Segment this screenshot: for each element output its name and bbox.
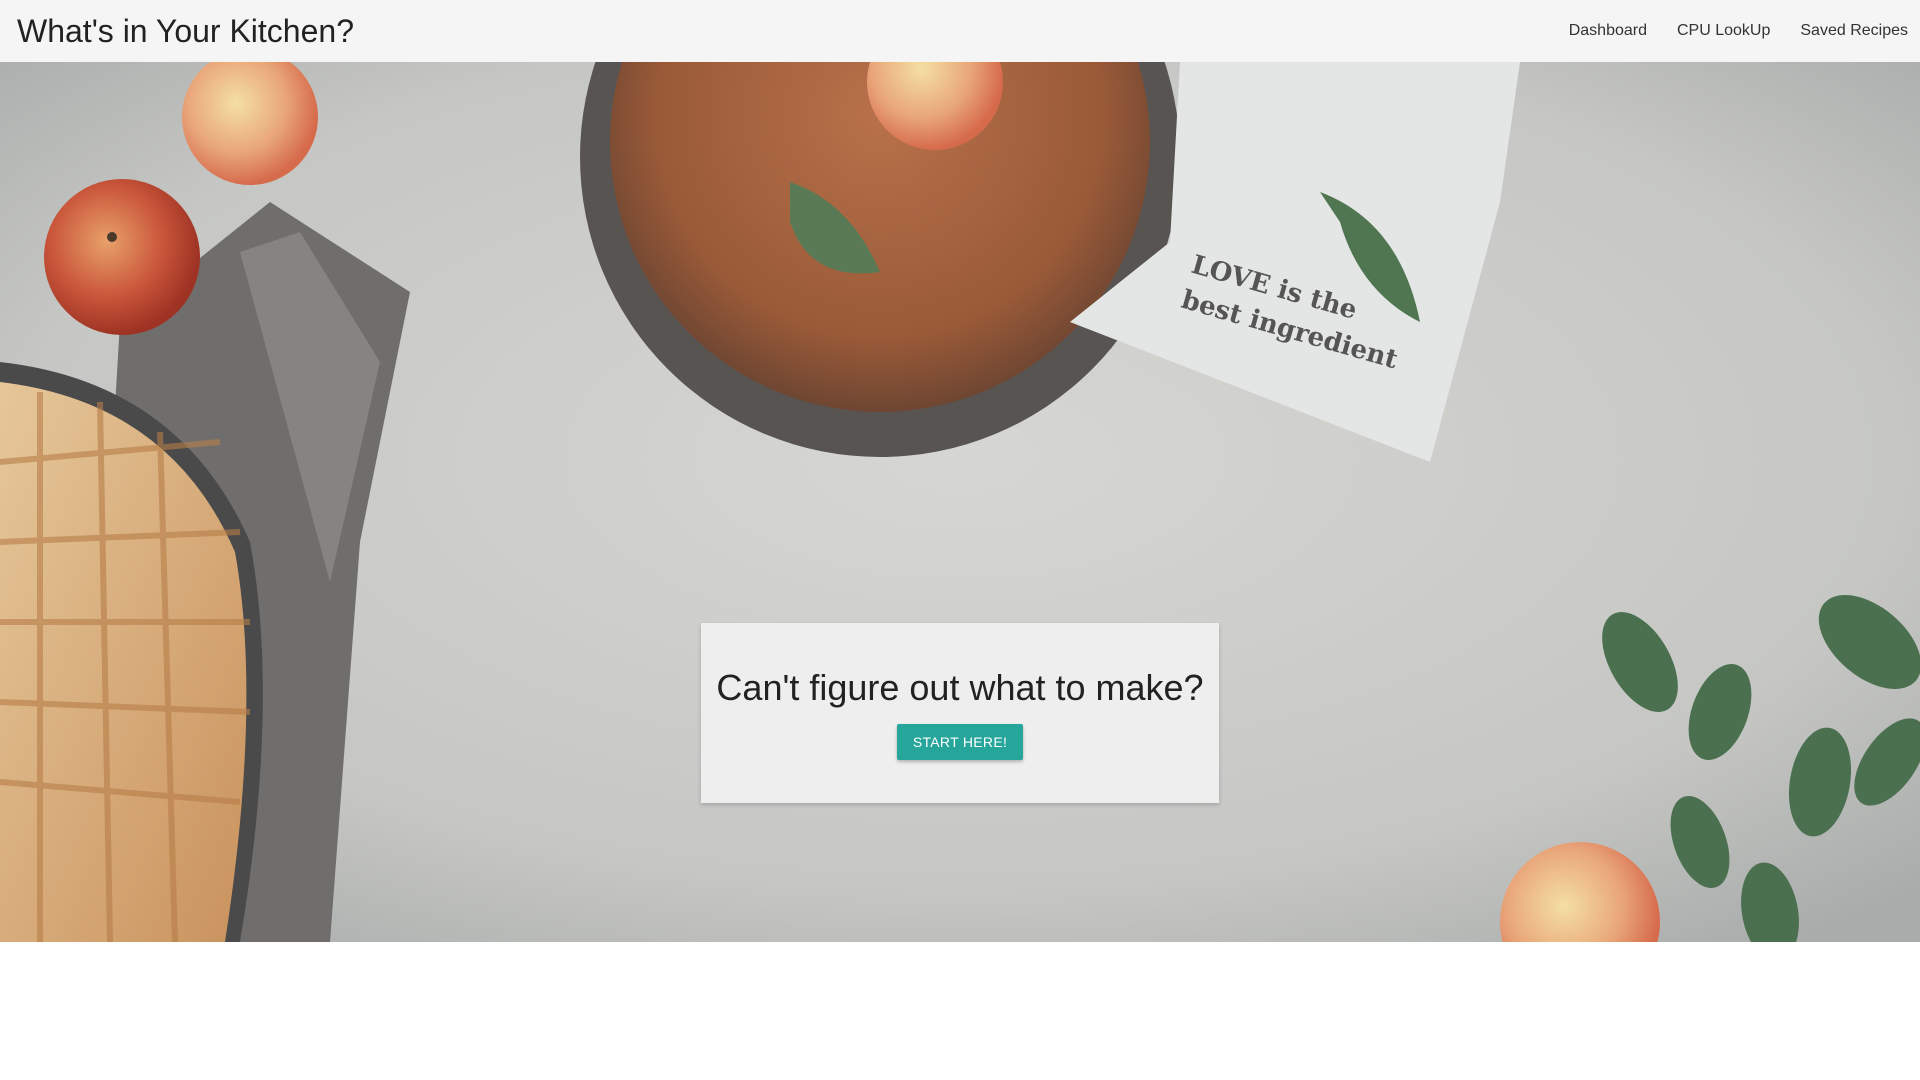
cta-card: Can't figure out what to make? START HER… [701,623,1219,803]
hero-background-image: LOVE is the best ingredient Can't figure… [0,62,1920,942]
brand-title[interactable]: What's in Your Kitchen? [17,13,354,50]
nav-link-dashboard[interactable]: Dashboard [1569,22,1647,40]
nav-link-saved-recipes[interactable]: Saved Recipes [1800,22,1908,40]
nav-link-cpu-lookup[interactable]: CPU LookUp [1677,22,1770,40]
apple-left [44,179,200,335]
nav-links: Dashboard CPU LookUp Saved Recipes [1539,22,1908,40]
start-here-button[interactable]: START HERE! [896,723,1024,760]
hero-photo-illustration: LOVE is the best ingredient [0,62,1920,942]
navbar: What's in Your Kitchen? Dashboard CPU Lo… [0,0,1920,62]
cta-heading: Can't figure out what to make? [716,667,1204,708]
